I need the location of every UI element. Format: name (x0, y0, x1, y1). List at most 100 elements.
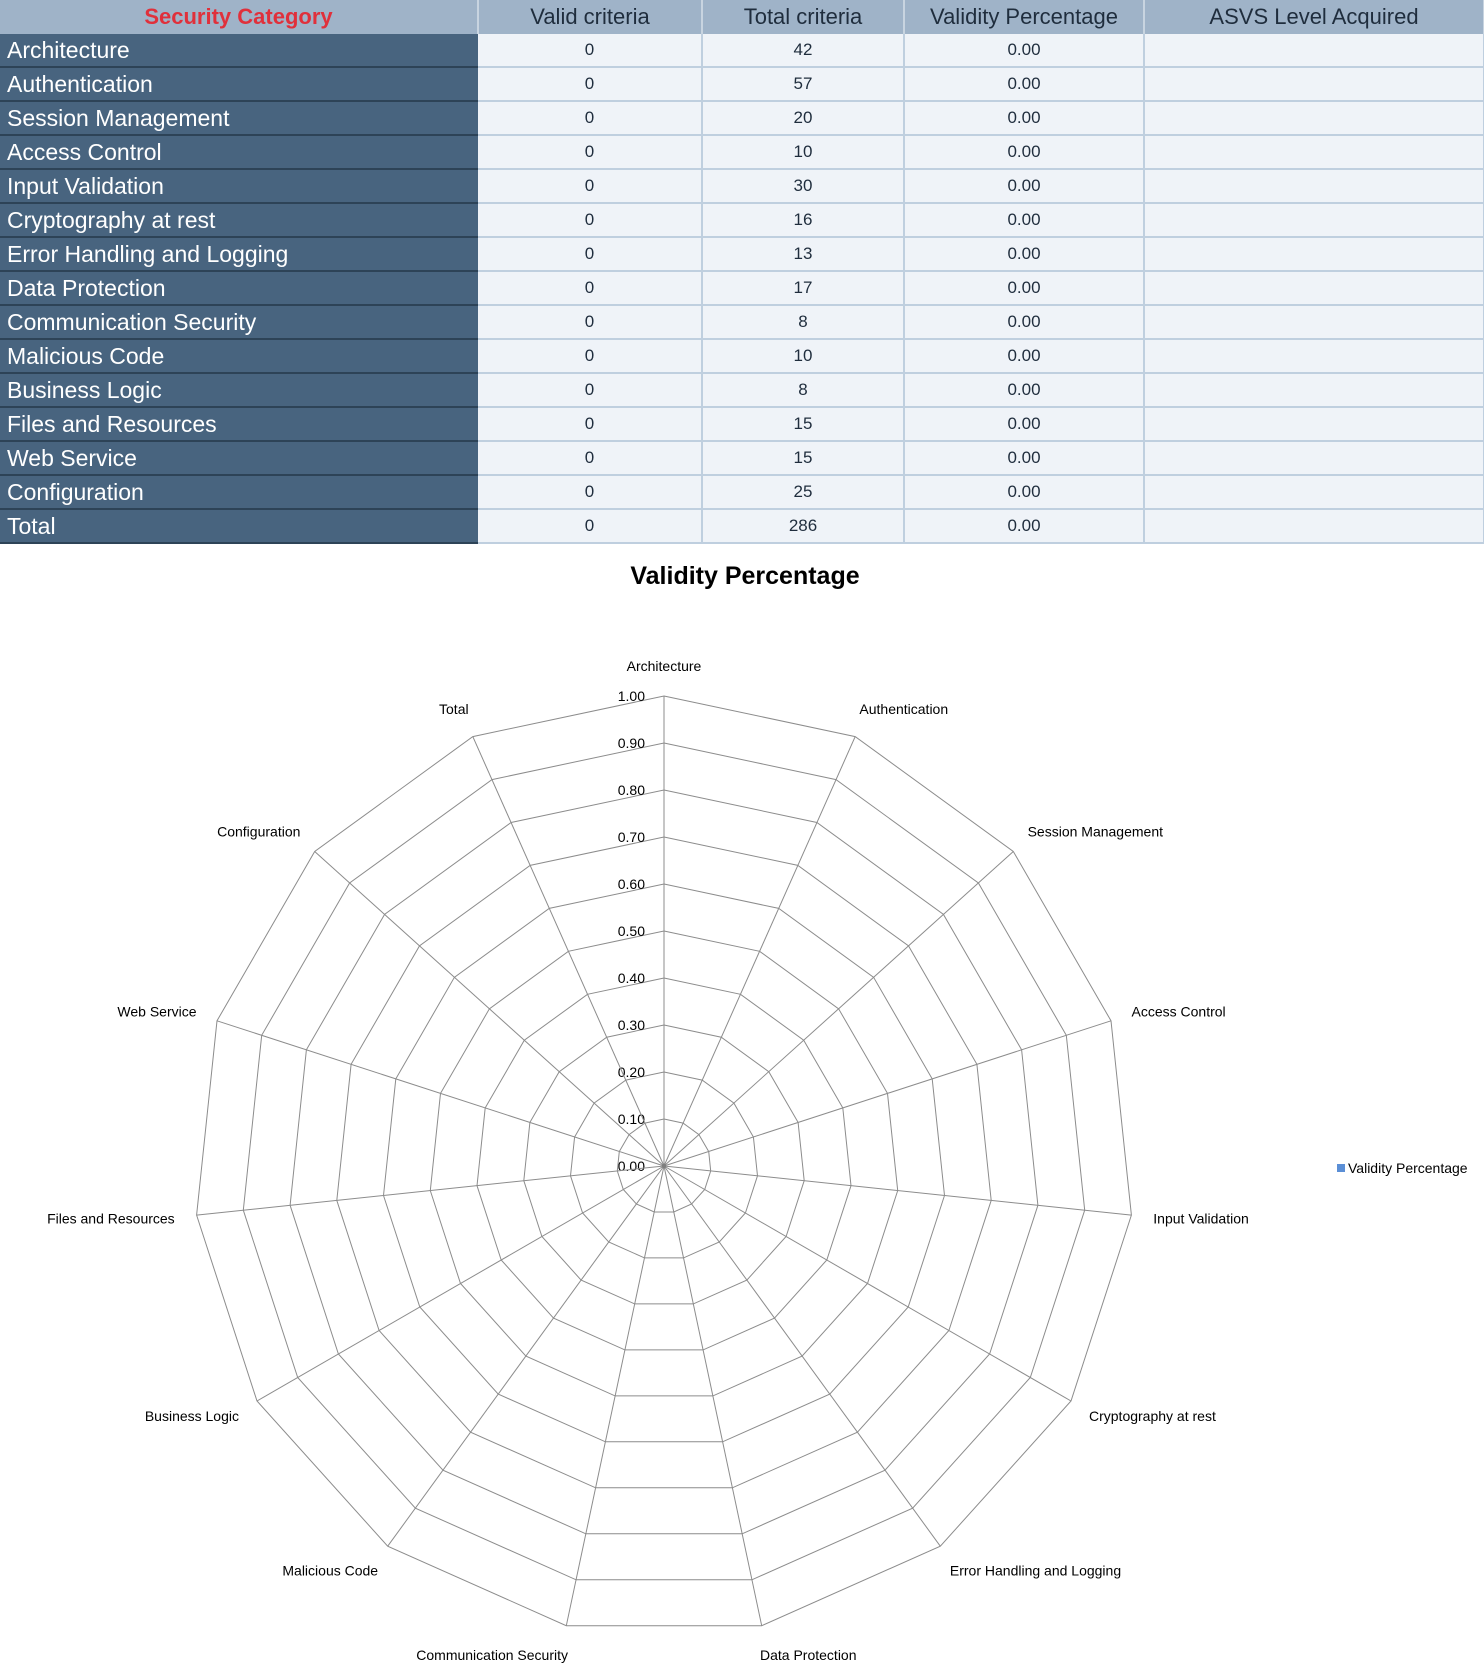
asvs-level-cell[interactable] (1144, 67, 1484, 102)
header-total-criteria[interactable]: Total criteria (702, 0, 905, 34)
category-cell[interactable]: Session Management (0, 101, 478, 136)
total-criteria-cell[interactable]: 30 (702, 169, 905, 204)
validity-percentage-cell[interactable]: 0.00 (904, 237, 1145, 272)
category-cell[interactable]: Business Logic (0, 373, 478, 408)
validity-percentage-cell[interactable]: 0.00 (904, 34, 1145, 68)
category-cell[interactable]: Architecture (0, 34, 478, 68)
asvs-level-cell[interactable] (1144, 509, 1484, 544)
category-cell[interactable]: Web Service (0, 441, 478, 476)
valid-criteria-cell[interactable]: 0 (478, 373, 703, 408)
validity-percentage-cell[interactable]: 0.00 (904, 373, 1145, 408)
total-criteria-cell[interactable]: 10 (702, 339, 905, 374)
validity-percentage-cell[interactable]: 0.00 (904, 305, 1145, 340)
table-row: Access Control 0 10 0.00 (0, 135, 1484, 170)
asvs-level-cell[interactable] (1144, 203, 1484, 238)
header-validity-percentage[interactable]: Validity Percentage (904, 0, 1145, 34)
validity-percentage-cell[interactable]: 0.00 (904, 203, 1145, 238)
category-cell[interactable]: Access Control (0, 135, 478, 170)
category-label: Session Management (1028, 823, 1164, 839)
total-criteria-cell[interactable]: 13 (702, 237, 905, 272)
asvs-level-cell[interactable] (1144, 101, 1484, 136)
validity-percentage-cell[interactable]: 0.00 (904, 475, 1145, 510)
total-criteria-cell[interactable]: 8 (702, 305, 905, 340)
r-tick-label: 0.50 (618, 923, 645, 939)
valid-criteria-cell[interactable]: 0 (478, 509, 703, 544)
asvs-level-cell[interactable] (1144, 441, 1484, 476)
valid-criteria-cell[interactable]: 0 (478, 101, 703, 136)
asvs-level-cell[interactable] (1144, 475, 1484, 510)
table-row: Input Validation 0 30 0.00 (0, 169, 1484, 204)
total-criteria-cell[interactable]: 57 (702, 67, 905, 102)
validity-percentage-cell[interactable]: 0.00 (904, 67, 1145, 102)
table-row: Authentication 0 57 0.00 (0, 67, 1484, 102)
category-cell[interactable]: Communication Security (0, 305, 478, 340)
total-criteria-cell[interactable]: 15 (702, 441, 905, 476)
r-tick-label: 0.30 (618, 1017, 645, 1033)
total-criteria-cell[interactable]: 25 (702, 475, 905, 510)
asvs-level-cell[interactable] (1144, 271, 1484, 306)
asvs-level-cell[interactable] (1144, 34, 1484, 68)
table-row: Communication Security 0 8 0.00 (0, 305, 1484, 340)
r-tick-label: 0.70 (618, 829, 645, 845)
category-label: Files and Resources (47, 1210, 175, 1226)
category-cell[interactable]: Configuration (0, 475, 478, 510)
valid-criteria-cell[interactable]: 0 (478, 271, 703, 306)
asvs-level-cell[interactable] (1144, 305, 1484, 340)
asvs-level-cell[interactable] (1144, 169, 1484, 204)
total-criteria-cell[interactable]: 286 (702, 509, 905, 544)
validity-percentage-cell[interactable]: 0.00 (904, 169, 1145, 204)
r-tick-label: 0.00 (618, 1158, 645, 1174)
header-asvs-level[interactable]: ASVS Level Acquired (1144, 0, 1484, 34)
asvs-level-cell[interactable] (1144, 339, 1484, 374)
category-cell[interactable]: Malicious Code (0, 339, 478, 374)
validity-percentage-cell[interactable]: 0.00 (904, 271, 1145, 306)
category-cell[interactable]: Files and Resources (0, 407, 478, 442)
category-cell[interactable]: Total (0, 509, 478, 544)
spoke (256, 1165, 665, 1402)
valid-criteria-cell[interactable]: 0 (478, 407, 703, 442)
total-criteria-cell[interactable]: 16 (702, 203, 905, 238)
table-row: Error Handling and Logging 0 13 0.00 (0, 237, 1484, 272)
validity-percentage-cell[interactable]: 0.00 (904, 441, 1145, 476)
asvs-level-cell[interactable] (1144, 237, 1484, 272)
asvs-level-cell[interactable] (1144, 135, 1484, 170)
asvs-level-cell[interactable] (1144, 407, 1484, 442)
category-label: Authentication (859, 701, 948, 717)
header-row: Security Category Valid criteria Total c… (0, 0, 1484, 34)
legend-label: Validity Percentage (1348, 1160, 1468, 1176)
legend-swatch (1337, 1164, 1345, 1172)
category-cell[interactable]: Authentication (0, 67, 478, 102)
valid-criteria-cell[interactable]: 0 (478, 169, 703, 204)
valid-criteria-cell[interactable]: 0 (478, 203, 703, 238)
category-cell[interactable]: Cryptography at rest (0, 203, 478, 238)
validity-percentage-cell[interactable]: 0.00 (904, 509, 1145, 544)
category-cell[interactable]: Data Protection (0, 271, 478, 306)
radar-svg: 0.000.100.200.300.400.500.600.700.800.90… (47, 658, 1249, 1663)
valid-criteria-cell[interactable]: 0 (478, 475, 703, 510)
valid-criteria-cell[interactable]: 0 (478, 441, 703, 476)
total-criteria-cell[interactable]: 17 (702, 271, 905, 306)
table-row: Session Management 0 20 0.00 (0, 101, 1484, 136)
validity-percentage-cell[interactable]: 0.00 (904, 135, 1145, 170)
valid-criteria-cell[interactable]: 0 (478, 339, 703, 374)
total-criteria-cell[interactable]: 20 (702, 101, 905, 136)
total-criteria-cell[interactable]: 15 (702, 407, 905, 442)
asvs-level-cell[interactable] (1144, 373, 1484, 408)
valid-criteria-cell[interactable]: 0 (478, 135, 703, 170)
category-cell[interactable]: Error Handling and Logging (0, 237, 478, 272)
valid-criteria-cell[interactable]: 0 (478, 305, 703, 340)
total-criteria-cell[interactable]: 10 (702, 135, 905, 170)
valid-criteria-cell[interactable]: 0 (478, 67, 703, 102)
category-cell[interactable]: Input Validation (0, 169, 478, 204)
spoke (663, 1165, 1132, 1216)
total-criteria-cell[interactable]: 42 (702, 34, 905, 68)
valid-criteria-cell[interactable]: 0 (478, 237, 703, 272)
validity-percentage-cell[interactable]: 0.00 (904, 339, 1145, 374)
valid-criteria-cell[interactable]: 0 (478, 34, 703, 68)
header-valid-criteria[interactable]: Valid criteria (478, 0, 703, 34)
validity-percentage-cell[interactable]: 0.00 (904, 101, 1145, 136)
r-tick-label: 0.60 (618, 876, 645, 892)
total-criteria-cell[interactable]: 8 (702, 373, 905, 408)
header-security-category[interactable]: Security Category (0, 0, 479, 34)
validity-percentage-cell[interactable]: 0.00 (904, 407, 1145, 442)
